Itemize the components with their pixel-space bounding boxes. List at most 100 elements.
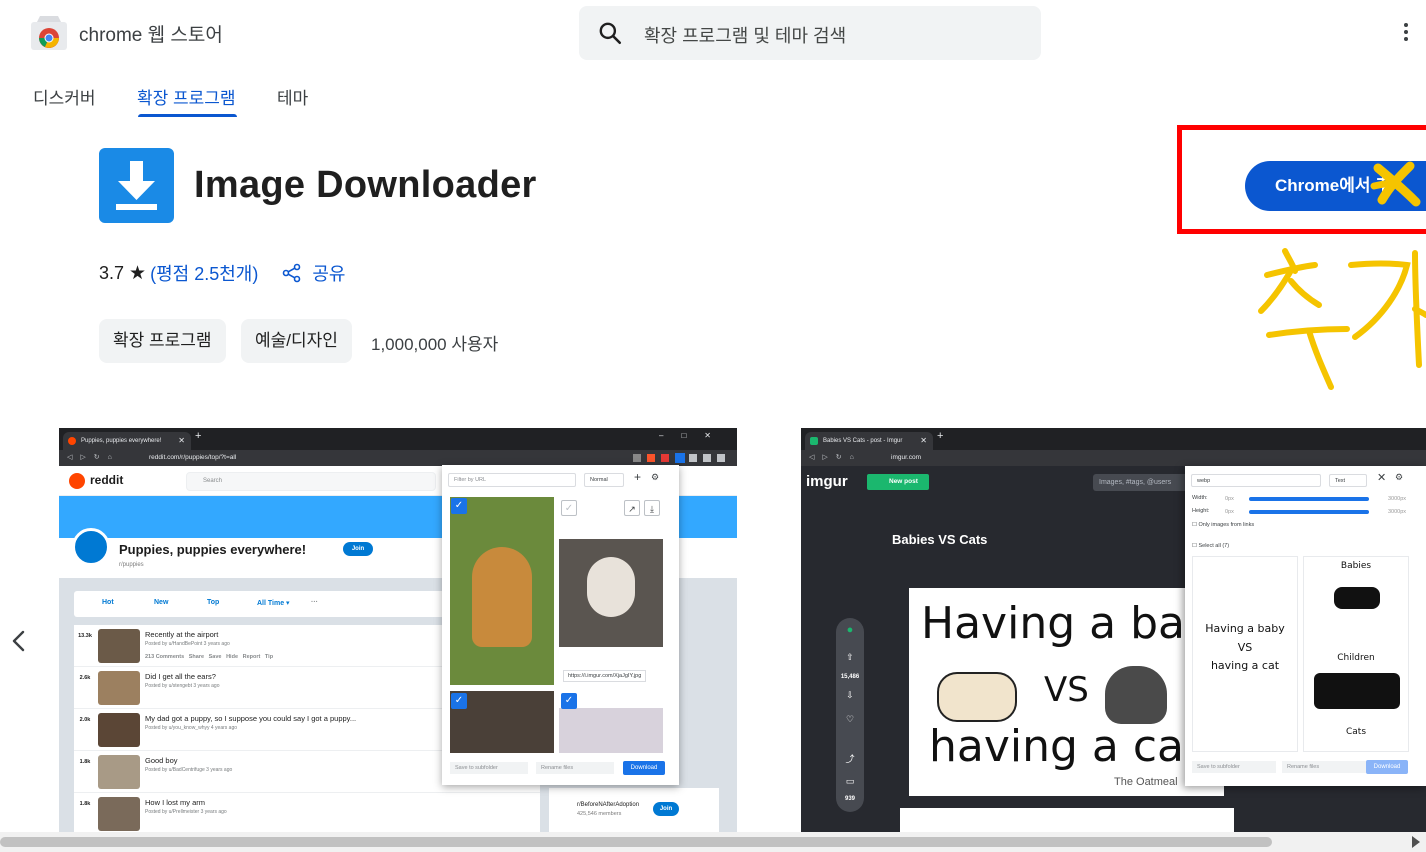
post-title: How I lost my arm (145, 798, 206, 807)
sort-more: ··· (311, 599, 318, 606)
comic-line2: having a cat (929, 721, 1202, 772)
post-actions: 213 Comments Share Save Hide Report Tip (145, 654, 274, 660)
image-thumbnail: Babies Children Cats (1303, 556, 1409, 752)
search-input[interactable]: 확장 프로그램 및 테마 검색 (579, 6, 1041, 60)
image-url: https://i.imgur.com/XjaJgIY.jpg (563, 670, 647, 682)
window-controls: –□✕ (659, 431, 729, 440)
extension-toolbar-icons (633, 453, 725, 463)
download-arrow-icon (116, 161, 157, 210)
image-checkbox: ✓ (561, 500, 577, 516)
imgur-logo: imgur (806, 473, 848, 490)
join-button: Join (653, 802, 679, 816)
close-tab-icon: ✕ (920, 436, 927, 445)
screenshot-imgur[interactable]: Babies VS Cats - post - Imgur ✕ + ◁▷↻⌂ i… (801, 428, 1426, 832)
filter-input: webp (1191, 474, 1321, 487)
chip-category[interactable]: 확장 프로그램 (99, 319, 226, 363)
post-thumbnail (98, 755, 140, 789)
image-checkbox: ✓ (451, 498, 467, 514)
cat-drawing (1105, 666, 1167, 724)
image-thumbnail (559, 708, 663, 753)
search-icon (599, 22, 622, 45)
filter-mode-select: Text (1329, 474, 1367, 487)
carousel-prev-button[interactable] (6, 628, 32, 654)
screenshot-reddit[interactable]: Puppies, puppies everywhere! ✕ + –□✕ ◁▷↻… (59, 428, 737, 832)
horizontal-scrollbar[interactable] (0, 832, 1426, 852)
post-title: My dad got a puppy, so I suppose you cou… (145, 714, 357, 723)
comment-icon: ▭ (845, 776, 855, 786)
browser-tabbar: Babies VS Cats - post - Imgur ✕ + (801, 428, 1426, 450)
list-item: 1.8k How I lost my arm Posted by u/Prell… (74, 793, 540, 832)
scrollbar-thumb[interactable] (0, 837, 1272, 847)
rename-input: Rename files (1282, 761, 1366, 773)
comic-image: Having a baby VS having a cat The Oatmea… (909, 588, 1239, 796)
post-title: Babies VS Cats (892, 532, 988, 547)
image-checkbox: ✓ (561, 693, 577, 709)
browser-tab-title: Puppies, puppies everywhere! (81, 438, 162, 444)
comment-count: 939 (844, 796, 855, 802)
only-links-checkbox: ☐ Only images from links (1192, 522, 1255, 528)
browser-nav-icons: ◁▷↻⌂ (809, 454, 862, 461)
browser-url: reddit.com/r/puppies/top/?t=all (149, 454, 237, 461)
share-button[interactable]: 공유 (312, 260, 345, 286)
gear-icon: ⚙ (651, 472, 660, 482)
share-icon[interactable] (282, 263, 302, 283)
comments-rail: ▭ 939 (836, 770, 864, 812)
post-title: Did I get all the ears? (145, 672, 216, 681)
vote-count: 2.0k (79, 717, 91, 723)
browser-urlbar: ◁▷↻⌂ reddit.com/r/puppies/top/?t=all (59, 450, 737, 466)
baby-drawing (937, 672, 1017, 722)
tab-extensions[interactable]: 확장 프로그램 (137, 84, 236, 109)
height-max: 3000px (1388, 509, 1407, 515)
reddit-favicon (68, 437, 76, 445)
post-title: Recently at the airport (145, 630, 219, 639)
imgur-search: Images, #tags, @users (1093, 474, 1193, 491)
extension-popup: webp Text ✕ ⚙ Width: Height: 0px 0px 300… (1185, 466, 1426, 786)
ratings-link[interactable]: (평점 2.5천개) (150, 260, 258, 286)
user-count: 1,000,000 사용자 (371, 335, 499, 354)
browser-tab: Puppies, puppies everywhere! ✕ (63, 432, 191, 450)
select-all-checkbox: ☐ Select all (7) (1192, 543, 1230, 549)
extension-popup: Filter by URL Normal + ⚙ ✓ ✓ ↗ ⤓ https:/… (442, 465, 679, 785)
subreddit-title: Puppies, puppies everywhere! (119, 542, 307, 557)
chip-subcategory[interactable]: 예술/디자인 (241, 319, 352, 363)
scroll-right-icon[interactable] (1412, 836, 1420, 848)
browser-tabbar: Puppies, puppies everywhere! ✕ + –□✕ (59, 428, 737, 450)
post-thumbnail (98, 671, 140, 705)
extension-icon (99, 148, 174, 223)
store-title[interactable]: chrome 웹 스토어 (79, 20, 223, 47)
sort-top: Top (207, 599, 220, 606)
post-meta: Posted by u/BadCentrifuge 3 years ago (145, 767, 233, 773)
post-thumbnail (98, 797, 140, 831)
post-meta: Posted by u/Prellmeister 3 years ago (145, 809, 227, 815)
tab-themes[interactable]: 테마 (277, 84, 308, 109)
vote-count: 2.6k (79, 675, 91, 681)
browser-tab-title: Babies VS Cats - post - Imgur (823, 438, 903, 444)
rating-row: 3.7 ★ (평점 2.5천개) 공유 (99, 260, 345, 286)
browser-tab: Babies VS Cats - post - Imgur ✕ (805, 432, 933, 450)
sort-new: New (154, 599, 169, 606)
join-button: Join (343, 542, 373, 556)
reddit-search: Search (186, 472, 436, 491)
image-thumbnail (450, 497, 554, 685)
store-header: chrome 웹 스토어 확장 프로그램 및 테마 검색 (0, 0, 1426, 66)
comic-vs: VS (1044, 670, 1089, 710)
download-icon: ⤓ (644, 500, 660, 516)
vote-count: 1.8k (79, 759, 91, 765)
new-post-button: New post (867, 474, 929, 490)
more-options-icon[interactable] (1396, 20, 1416, 46)
tab-discover[interactable]: 디스커버 (33, 84, 96, 109)
width-max: 3000px (1388, 496, 1407, 502)
post-thumbnail (98, 629, 140, 663)
width-label: Width: (1192, 495, 1208, 501)
rename-input: Rename files (536, 762, 614, 774)
new-tab-icon: + (195, 430, 202, 442)
vote-count: 13.3k (78, 633, 92, 639)
chrome-web-store-logo[interactable] (31, 16, 67, 50)
downvote-icon: ⇩ (846, 690, 854, 700)
download-button: Download (623, 761, 665, 775)
open-icon: ↗ (624, 500, 640, 516)
filter-mode-select: Normal (584, 473, 624, 487)
vote-count: 15,486 (840, 674, 860, 680)
vote-count: 1.8k (79, 801, 91, 807)
next-comic-panel (900, 808, 1234, 832)
